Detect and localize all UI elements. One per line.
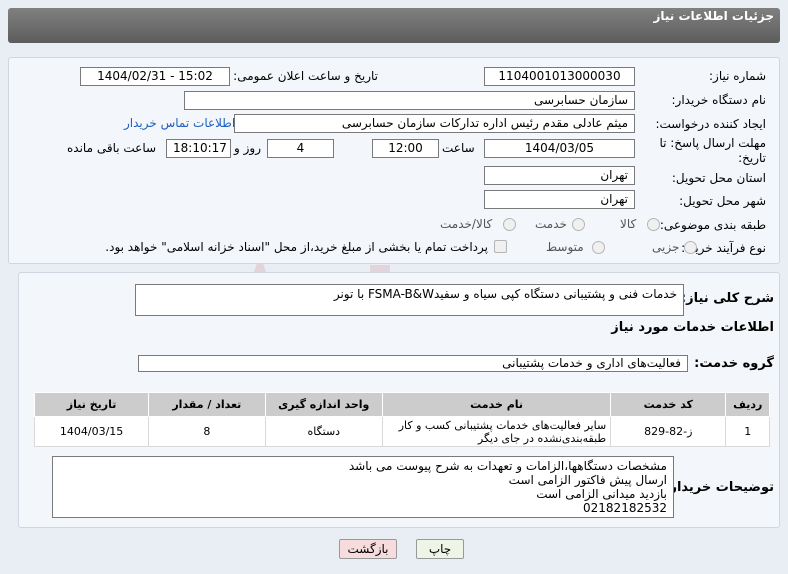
buyer-org-label: نام دستگاه خریدار: [671,93,767,107]
buyer-notes-label: توضیحات خریدار: [664,480,774,495]
buyer-org-field: سازمان حسابرسی [184,91,635,110]
page-title: جزئیات اطلاعات نیاز [653,9,774,23]
deadline-label: مهلت ارسال پاسخ: تا تاریخ: [659,136,766,165]
treasury-payment-checkbox[interactable] [494,240,507,253]
buyer-contact-link[interactable]: اطلاعات تماس خریدار [124,116,235,130]
treasury-payment-note: پرداخت تمام یا بخشی از مبلغ خرید،از محل … [105,240,488,254]
category-option-service: خدمت [535,217,567,231]
services-info-heading: اطلاعات خدمات مورد نیاز [611,320,774,335]
requester-label: ایجاد کننده درخواست: [655,117,766,131]
buyer-notes-textarea[interactable]: مشخصات دستگاهها،الزامات و تعهدات به شرح … [52,456,674,518]
deadline-time-label: ساعت [442,141,475,155]
service-group-label: گروه خدمت: [694,356,774,371]
service-group-field: فعالیت‌های اداری و خدمات پشتیبانی [138,355,688,372]
col-unit: واحد اندازه گیری [264,392,384,417]
time-left-field: 18:10:17 [166,139,231,158]
cell-qty: 8 [148,416,266,447]
day-and-label: روز و [234,141,261,155]
cell-code: ز-82-829 [610,416,727,447]
cell-row: 1 [725,416,770,447]
city-label: شهر محل تحویل: [679,194,766,208]
category-radio-goods-service[interactable] [503,218,516,231]
province-label: استان محل تحویل: [671,171,766,185]
days-left-field: 4 [267,139,334,158]
deadline-time-field: 12:00 [372,139,439,158]
col-row: ردیف [725,392,770,417]
need-number-field: 1104001013000030 [484,67,635,86]
col-name: نام خدمت [382,392,612,417]
back-button[interactable]: بازگشت [339,539,397,559]
category-option-goods-service: کالا/خدمت [440,217,493,231]
category-radio-goods[interactable] [647,218,660,231]
requester-field: میثم عادلی مقدم رئیس اداره تدارکات سازما… [234,114,635,133]
cell-name: سایر فعالیت‌های خدمات پشتیبانی کسب و کار… [382,416,612,447]
category-radio-service[interactable] [572,218,585,231]
category-option-goods: کالا [620,217,637,231]
print-button[interactable]: چاپ [416,539,464,559]
process-radio-medium[interactable] [592,241,605,254]
table-header-row: ردیف کد خدمت نام خدمت واحد اندازه گیری ت… [33,392,770,417]
general-desc-label: شرح کلی نیاز: [680,291,774,306]
cell-date: 1404/03/15 [33,416,150,447]
process-option-medium: متوسط [546,240,584,254]
col-code: کد خدمت [610,392,727,417]
table-row[interactable]: 1 ز-82-829 سایر فعالیت‌های خدمات پشتیبان… [33,416,770,447]
announce-datetime-field: 1404/02/31 - 15:02 [80,67,230,86]
deadline-date-field: 1404/03/05 [484,139,635,158]
cell-unit: دستگاه [264,416,384,447]
process-radio-minor[interactable] [684,241,697,254]
remaining-label: ساعت باقی مانده [67,141,157,155]
col-date: تاریخ نیاز [33,392,150,417]
process-option-minor: جزیی [652,240,680,254]
services-table: ردیف کد خدمت نام خدمت واحد اندازه گیری ت… [33,392,770,447]
province-field: تهران [484,166,635,185]
city-field: تهران [484,190,635,209]
need-number-label: شماره نیاز: [709,69,766,83]
general-desc-textarea[interactable]: خدمات فنی و پشتیبانی دستگاه کپی سیاه و س… [135,284,684,316]
category-label: طبقه بندی موضوعی: [659,218,766,232]
announce-datetime-label: تاریخ و ساعت اعلان عمومی: [233,69,378,83]
col-qty: تعداد / مقدار [148,392,266,417]
